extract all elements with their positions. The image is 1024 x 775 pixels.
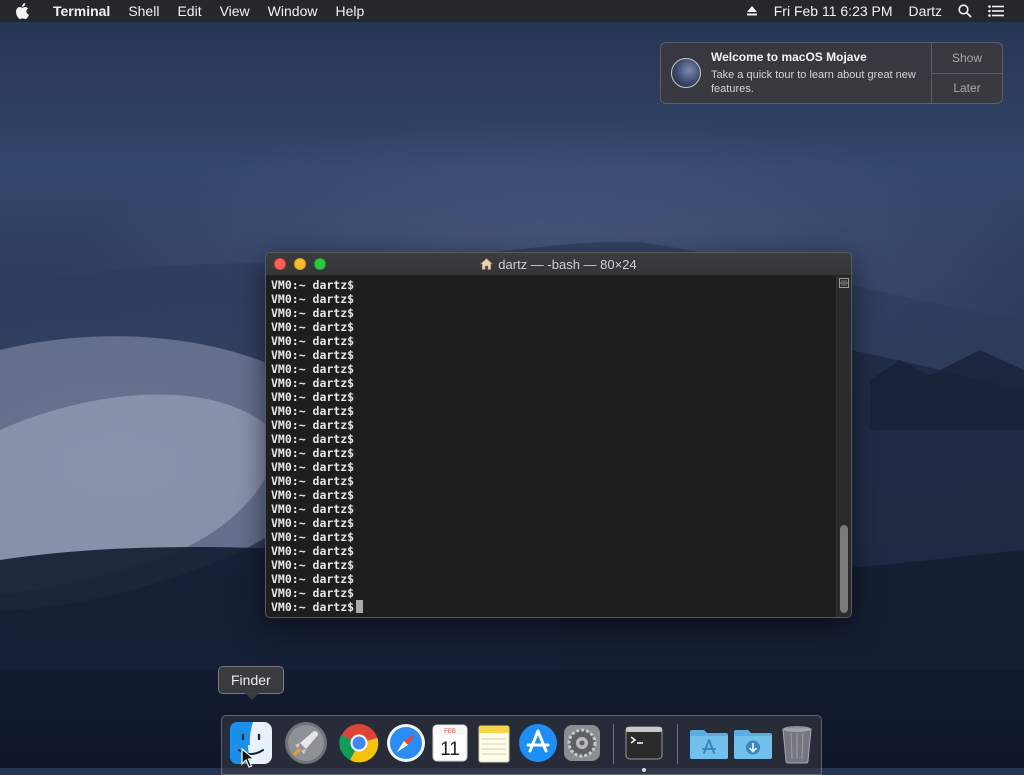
terminal-scrollbar[interactable] bbox=[836, 276, 851, 617]
terminal-titlebar[interactable]: dartz — -bash — 80×24 bbox=[266, 253, 851, 276]
dock-separator bbox=[677, 724, 678, 764]
menu-view[interactable]: View bbox=[211, 0, 259, 22]
notes-icon[interactable] bbox=[472, 721, 516, 765]
terminal-prompt: VM0:~ dartz$ bbox=[271, 600, 355, 614]
menu-bar-right: Fri Feb 11 6:23 PM Dartz bbox=[738, 0, 1024, 22]
notification-actions: Show Later bbox=[931, 43, 1002, 103]
window-title: dartz — -bash — 80×24 bbox=[498, 256, 637, 272]
home-icon bbox=[480, 258, 494, 270]
split-icon bbox=[839, 278, 849, 288]
terminal-line: VM0:~ dartz$ bbox=[271, 418, 355, 432]
dock-tooltip: Finder bbox=[218, 666, 284, 700]
notification-body: Take a quick tour to learn about great n… bbox=[711, 69, 916, 95]
calendar-icon[interactable]: FEB 11 bbox=[428, 721, 472, 765]
calendar-day: 11 bbox=[440, 739, 460, 760]
terminal-line: VM0:~ dartz$ bbox=[271, 432, 355, 446]
notification-banner[interactable]: Welcome to macOS Mojave Take a quick tou… bbox=[660, 42, 1003, 104]
terminal-line: VM0:~ dartz$ bbox=[271, 404, 355, 418]
terminal-line: VM0:~ dartz$ bbox=[271, 544, 355, 558]
dock: FEB 11 bbox=[221, 715, 822, 775]
system-preferences-icon[interactable] bbox=[560, 721, 604, 765]
menu-edit[interactable]: Edit bbox=[168, 0, 210, 22]
menu-clock[interactable]: Fri Feb 11 6:23 PM bbox=[766, 0, 901, 22]
terminal-line: VM0:~ dartz$ bbox=[271, 572, 355, 586]
terminal-line: VM0:~ dartz$ bbox=[271, 348, 355, 362]
scrollbar-thumb[interactable] bbox=[840, 525, 848, 613]
show-button[interactable]: Show bbox=[932, 43, 1002, 74]
mojave-icon bbox=[671, 58, 701, 88]
search-icon bbox=[958, 4, 972, 18]
trash-icon[interactable] bbox=[775, 721, 819, 765]
terminal-window[interactable]: dartz — -bash — 80×24 VM0:~ dartz$ VM0:~… bbox=[265, 252, 852, 618]
terminal-line: VM0:~ dartz$ bbox=[271, 460, 355, 474]
spotlight-button[interactable] bbox=[950, 4, 980, 18]
terminal-line: VM0:~ dartz$ bbox=[271, 278, 355, 292]
terminal-line: VM0:~ dartz$ bbox=[271, 558, 355, 572]
menu-app-name[interactable]: Terminal bbox=[44, 0, 119, 22]
menu-user[interactable]: Dartz bbox=[901, 0, 950, 22]
terminal-icon[interactable] bbox=[622, 721, 666, 765]
terminal-line: VM0:~ dartz$ bbox=[271, 376, 355, 390]
list-icon bbox=[988, 5, 1004, 17]
dock-separator bbox=[613, 724, 614, 764]
calendar-month: FEB bbox=[444, 729, 456, 735]
menu-bar: Terminal Shell Edit View Window Help Fri… bbox=[0, 0, 1024, 22]
mouse-pointer-icon bbox=[241, 748, 255, 768]
notification-title: Welcome to macOS Mojave bbox=[711, 50, 867, 64]
zoom-button[interactable] bbox=[314, 258, 326, 270]
terminal-line: VM0:~ dartz$ bbox=[271, 474, 355, 488]
terminal-line: VM0:~ dartz$ bbox=[271, 362, 355, 376]
minimize-button[interactable] bbox=[294, 258, 306, 270]
terminal-line: VM0:~ dartz$ bbox=[271, 530, 355, 544]
terminal-line: VM0:~ dartz$ bbox=[271, 334, 355, 348]
terminal-line: VM0:~ dartz$ bbox=[271, 306, 355, 320]
launchpad-icon[interactable] bbox=[284, 721, 328, 765]
menu-help[interactable]: Help bbox=[326, 0, 373, 22]
split-pane-button[interactable] bbox=[839, 278, 849, 288]
safari-icon[interactable] bbox=[384, 721, 428, 765]
app-store-icon[interactable] bbox=[516, 721, 560, 765]
terminal-output[interactable]: VM0:~ dartz$ VM0:~ dartz$ VM0:~ dartz$ V… bbox=[266, 276, 837, 617]
terminal-line: VM0:~ dartz$ bbox=[271, 516, 355, 530]
terminal-line: VM0:~ dartz$ bbox=[271, 586, 355, 600]
terminal-line: VM0:~ dartz$ bbox=[271, 292, 355, 306]
eject-menu[interactable] bbox=[738, 5, 766, 17]
close-button[interactable] bbox=[274, 258, 286, 270]
terminal-prompt-line[interactable]: VM0:~ dartz$ bbox=[271, 600, 837, 614]
chrome-icon[interactable] bbox=[337, 721, 381, 765]
terminal-line: VM0:~ dartz$ bbox=[271, 390, 355, 404]
applications-folder-icon[interactable] bbox=[687, 721, 731, 765]
terminal-line: VM0:~ dartz$ bbox=[271, 502, 355, 516]
menu-bar-left: Terminal Shell Edit View Window Help bbox=[0, 0, 373, 22]
downloads-folder-icon[interactable] bbox=[731, 721, 775, 765]
running-indicator bbox=[642, 768, 646, 772]
later-button[interactable]: Later bbox=[932, 74, 1002, 104]
window-title-group: dartz — -bash — 80×24 bbox=[480, 256, 637, 272]
text-cursor bbox=[356, 600, 364, 613]
menu-shell[interactable]: Shell bbox=[119, 0, 168, 22]
apple-icon bbox=[16, 3, 29, 19]
menu-window[interactable]: Window bbox=[259, 0, 327, 22]
notification-text: Welcome to macOS Mojave Take a quick tou… bbox=[711, 43, 931, 103]
apple-menu[interactable] bbox=[0, 3, 44, 19]
terminal-line: VM0:~ dartz$ bbox=[271, 488, 355, 502]
window-controls bbox=[274, 258, 334, 270]
notification-center-button[interactable] bbox=[980, 5, 1012, 17]
terminal-line: VM0:~ dartz$ bbox=[271, 446, 355, 460]
eject-icon bbox=[746, 6, 757, 16]
terminal-line: VM0:~ dartz$ bbox=[271, 320, 355, 334]
